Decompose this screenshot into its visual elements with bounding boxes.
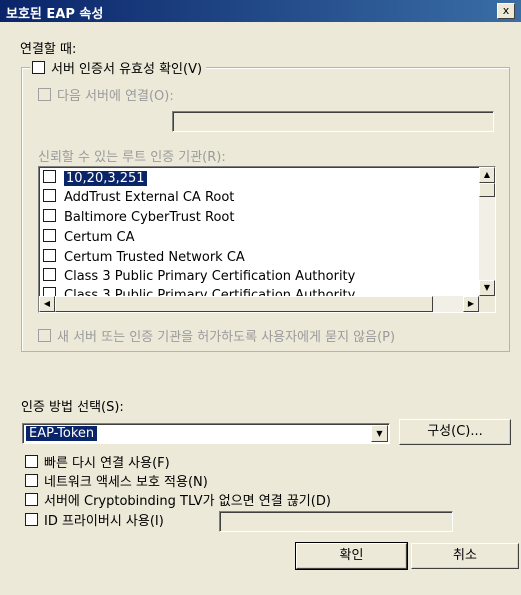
checkbox-box[interactable] xyxy=(25,455,38,468)
close-icon: x xyxy=(502,4,510,17)
title-bar: 보호된 EAP 속성 x xyxy=(0,0,521,22)
list-item-label: 10,20,3,251 xyxy=(64,171,147,186)
checkbox-box[interactable] xyxy=(43,170,56,183)
checkbox-box[interactable] xyxy=(32,61,45,74)
list-item[interactable]: Baltimore CyberTrust Root xyxy=(43,208,234,228)
list-item[interactable]: Class 3 Public Primary Certification Aut… xyxy=(43,267,355,287)
list-item[interactable]: AddTrust External CA Root xyxy=(43,188,234,208)
list-item-label: Class 3 Public Primary Certification Aut… xyxy=(64,269,356,284)
trusted-ca-list[interactable]: 10,20,3,251 AddTrust External CA Root Ba… xyxy=(38,166,496,313)
ok-button[interactable]: 확인 xyxy=(295,542,408,570)
window-title: 보호된 EAP 속성 xyxy=(6,7,104,22)
trusted-ca-label: 신뢰할 수 있는 루트 인증 기관(R): xyxy=(38,150,226,165)
identity-field[interactable] xyxy=(219,511,453,532)
chevron-down-icon[interactable]: ▼ xyxy=(371,425,388,442)
list-item[interactable]: 10,20,3,251 xyxy=(43,169,147,189)
configure-button[interactable]: 구성(C)... xyxy=(399,419,511,445)
checkbox-box[interactable] xyxy=(25,493,38,506)
list-item-label: AddTrust External CA Root xyxy=(64,190,235,205)
no-prompt-checkbox[interactable]: 새 서버 또는 인증 기관을 허가하도록 사용자에게 묻지 않음(P) xyxy=(38,326,395,345)
checkbox-box[interactable] xyxy=(25,513,38,526)
server-names-field[interactable] xyxy=(172,111,494,132)
identity-privacy-label: ID 프라이버시 사용(I) xyxy=(44,514,164,529)
list-item-label: Certum CA xyxy=(64,230,135,245)
nap-checkbox[interactable]: 네트워크 액세스 보호 적용(N) xyxy=(25,471,208,490)
horizontal-scrollbar[interactable]: ◀ ▶ xyxy=(39,296,479,312)
connect-label: 연결할 때: xyxy=(20,42,77,57)
checkbox-box[interactable] xyxy=(43,209,56,222)
list-item-label: Baltimore CyberTrust Root xyxy=(64,210,235,225)
no-prompt-label: 새 서버 또는 인증 기관을 허가하도록 사용자에게 묻지 않음(P) xyxy=(57,330,396,345)
list-item[interactable]: Certum CA xyxy=(43,228,135,248)
identity-privacy-checkbox[interactable]: ID 프라이버시 사용(I) xyxy=(25,510,164,529)
cryptobinding-checkbox[interactable]: 서버에 Cryptobinding TLV가 없으면 연결 끊기(D) xyxy=(25,490,331,509)
cryptobinding-label: 서버에 Cryptobinding TLV가 없으면 연결 끊기(D) xyxy=(44,494,331,509)
connect-servers-label: 다음 서버에 연결(O): xyxy=(57,89,174,104)
checkbox-box[interactable] xyxy=(43,189,56,202)
auth-method-value: EAP-Token xyxy=(26,426,98,441)
list-item-label: Certum Trusted Network CA xyxy=(64,250,245,265)
arrow-up-icon[interactable]: ▲ xyxy=(479,167,495,183)
fast-reconnect-label: 빠른 다시 연결 사용(F) xyxy=(44,456,170,471)
scroll-thumb[interactable] xyxy=(55,296,433,312)
fast-reconnect-checkbox[interactable]: 빠른 다시 연결 사용(F) xyxy=(25,452,170,471)
close-button[interactable]: x xyxy=(497,3,515,19)
connect-servers-checkbox[interactable]: 다음 서버에 연결(O): xyxy=(38,85,174,104)
checkbox-box[interactable] xyxy=(25,474,38,487)
cancel-button[interactable]: 취소 xyxy=(411,543,519,569)
scroll-corner xyxy=(479,296,495,312)
auth-method-select[interactable]: EAP-Token ▼ xyxy=(22,423,390,444)
checkbox-box[interactable] xyxy=(38,88,51,101)
auth-method-label: 인증 방법 선택(S): xyxy=(21,400,124,415)
checkbox-box[interactable] xyxy=(38,329,51,342)
arrow-left-icon[interactable]: ◀ xyxy=(39,296,55,312)
arrow-right-icon[interactable]: ▶ xyxy=(463,296,479,312)
checkbox-box[interactable] xyxy=(43,249,56,262)
validate-cert-label: 서버 인증서 유효성 확인(V) xyxy=(51,62,203,77)
checkbox-box[interactable] xyxy=(43,229,56,242)
vertical-scrollbar[interactable]: ▲ ▼ xyxy=(479,167,495,296)
checkbox-box[interactable] xyxy=(43,268,56,281)
arrow-down-icon[interactable]: ▼ xyxy=(479,280,495,296)
list-item[interactable]: Certum Trusted Network CA xyxy=(43,248,245,268)
scroll-thumb[interactable] xyxy=(479,183,495,197)
nap-label: 네트워크 액세스 보호 적용(N) xyxy=(44,475,208,490)
validate-cert-checkbox[interactable]: 서버 인증서 유효성 확인(V) xyxy=(30,58,207,77)
